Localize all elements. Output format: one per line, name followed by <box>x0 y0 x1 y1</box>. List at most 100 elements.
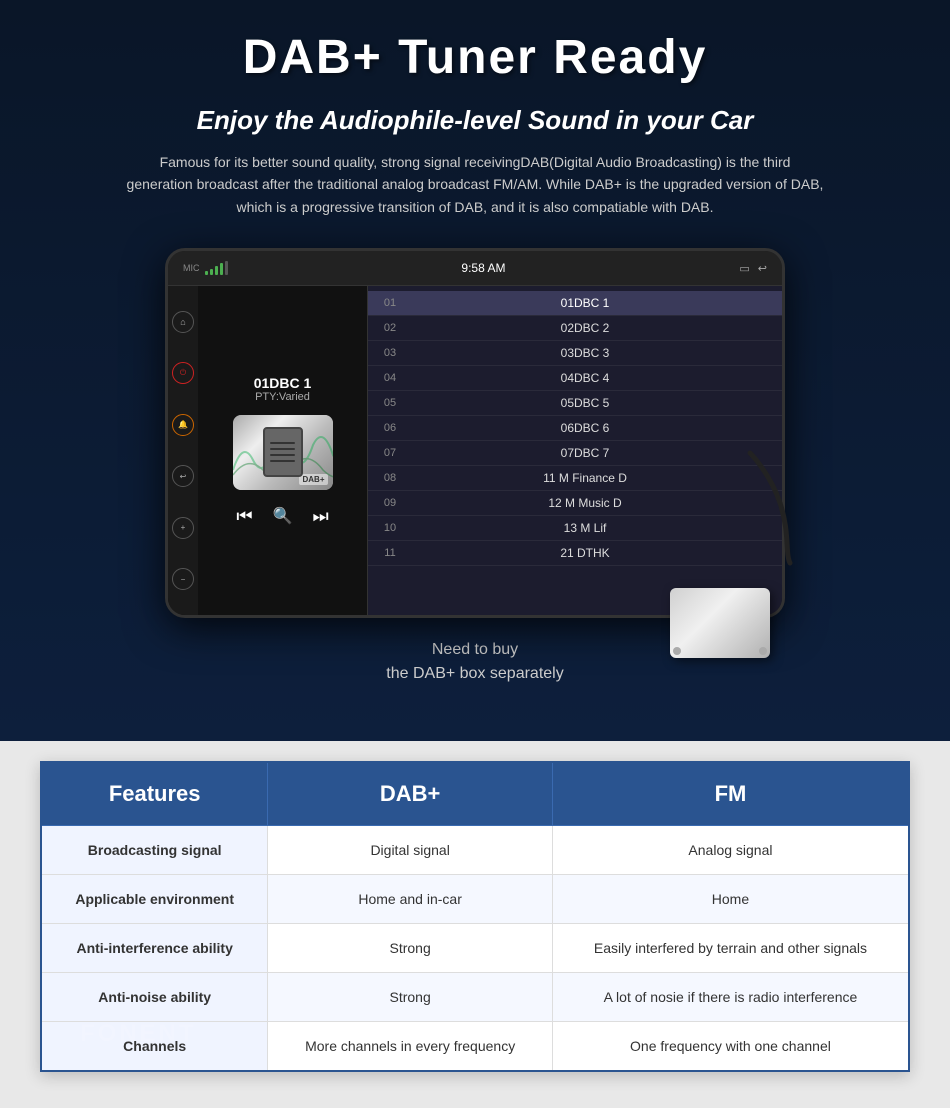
channel-name-item: 04DBC 4 <box>400 371 770 385</box>
header-row: Features DAB+ FM <box>41 762 909 826</box>
speaker-lines <box>270 442 295 462</box>
channel-num: 06 <box>380 422 400 434</box>
dab-cell: Digital signal <box>268 826 553 875</box>
feature-cell: Applicable environment <box>41 875 268 924</box>
table-row: Applicable environment Home and in-car H… <box>41 875 909 924</box>
channel-name-item: 03DBC 3 <box>400 346 770 360</box>
top-section: DAB+ Tuner Ready Enjoy the Audiophile-le… <box>0 0 950 741</box>
dab-accessory <box>670 443 830 658</box>
battery-icon: ▭ <box>739 262 749 275</box>
dab-box-screw <box>759 647 767 655</box>
home-icon: ⌂ <box>180 317 185 327</box>
col-header-fm: FM <box>552 762 909 826</box>
channel-num: 03 <box>380 347 400 359</box>
dab-cell: Home and in-car <box>268 875 553 924</box>
signal-bar-1 <box>205 271 208 275</box>
signal-bar-3 <box>215 266 218 275</box>
back-icon: ↩ <box>758 262 767 275</box>
side-btn-power[interactable]: ⏻ <box>172 362 194 384</box>
channel-item[interactable]: 0404DBC 4 <box>368 366 782 391</box>
fm-cell: Home <box>552 875 909 924</box>
side-btn-vol-up[interactable]: + <box>172 517 194 539</box>
search-button[interactable]: 🔍 <box>273 506 293 526</box>
side-btn-back[interactable]: ↩ <box>172 465 194 487</box>
table-row: Broadcasting signal Digital signal Analo… <box>41 826 909 875</box>
speaker-line-3 <box>270 454 295 456</box>
watermark: FONENT <box>80 1020 197 1048</box>
fm-cell: A lot of nosie if there is radio interfe… <box>552 973 909 1022</box>
table-row: Anti-noise ability Strong A lot of nosie… <box>41 973 909 1022</box>
screen-container: MIC 9:58 AM ▭ ↩ <box>60 248 890 618</box>
speaker-line-4 <box>270 460 295 462</box>
channel-name-item: 01DBC 1 <box>400 296 770 310</box>
channel-name-item: 05DBC 5 <box>400 396 770 410</box>
control-buttons: ⏮ 🔍 ⏭ <box>236 506 328 527</box>
feature-cell: Anti-interference ability <box>41 924 268 973</box>
dab-label: DAB+ <box>299 474 327 485</box>
table-row: Anti-interference ability Strong Easily … <box>41 924 909 973</box>
buy-note-line2: the DAB+ box separately <box>386 665 563 682</box>
channel-item[interactable]: 0101DBC 1 <box>368 291 782 316</box>
screen-top-bar: MIC 9:58 AM ▭ ↩ <box>168 251 782 286</box>
feature-cell: Broadcasting signal <box>41 826 268 875</box>
channel-num: 02 <box>380 322 400 334</box>
signal-bars <box>205 261 228 275</box>
side-btn-home[interactable]: ⌂ <box>172 311 194 333</box>
mic-label: MIC <box>183 263 200 273</box>
subtitle: Enjoy the Audiophile-level Sound in your… <box>60 105 890 136</box>
channel-num: 09 <box>380 497 400 509</box>
channel-name-item: 06DBC 6 <box>400 421 770 435</box>
buy-note-line1: Need to buy <box>432 641 518 658</box>
channel-num: 01 <box>380 297 400 309</box>
bottom-section: Features DAB+ FM Broadcasting signal Dig… <box>0 741 950 1102</box>
channel-num: 04 <box>380 372 400 384</box>
screen-left-content: 01DBC 1 PTY:Varied <box>203 375 363 527</box>
channel-num: 05 <box>380 397 400 409</box>
side-controls: ⌂ ⏻ 🔔 ↩ + <box>168 286 198 615</box>
prev-button[interactable]: ⏮ <box>236 506 252 527</box>
fm-cell: Analog signal <box>552 826 909 875</box>
col-header-dab: DAB+ <box>268 762 553 826</box>
radio-speaker <box>263 427 303 477</box>
vol-down-icon: − <box>181 575 186 584</box>
current-channel: 01DBC 1 <box>254 375 312 391</box>
col-header-features: Features <box>41 762 268 826</box>
description: Famous for its better sound quality, str… <box>125 151 825 218</box>
channel-num: 10 <box>380 522 400 534</box>
channel-num: 11 <box>380 547 400 559</box>
signal-bar-5 <box>225 261 228 275</box>
power-icon: ⏻ <box>180 368 186 378</box>
screen-left-icons: MIC <box>183 261 228 275</box>
cable-svg <box>670 443 830 583</box>
dab-cell: More channels in every frequency <box>268 1022 553 1072</box>
channel-name-item: 02DBC 2 <box>400 321 770 335</box>
top-right-icons: ▭ ↩ <box>739 262 767 275</box>
screen-left-panel: ⌂ ⏻ 🔔 ↩ + <box>168 286 368 615</box>
main-title: DAB+ Tuner Ready <box>60 30 890 85</box>
next-button[interactable]: ⏭ <box>312 506 328 527</box>
dab-box-screw-2 <box>673 647 681 655</box>
dab-cell: Strong <box>268 924 553 973</box>
signal-bar-2 <box>210 269 213 275</box>
channel-item[interactable]: 0202DBC 2 <box>368 316 782 341</box>
side-btn-bell[interactable]: 🔔 <box>172 414 194 436</box>
channel-item[interactable]: 0505DBC 5 <box>368 391 782 416</box>
channel-num: 08 <box>380 472 400 484</box>
pty-label: PTY:Varied <box>254 391 312 403</box>
speaker-line-1 <box>270 442 295 444</box>
channel-num: 07 <box>380 447 400 459</box>
vol-up-icon: + <box>181 523 186 532</box>
channel-item[interactable]: 0606DBC 6 <box>368 416 782 441</box>
fm-cell: One frequency with one channel <box>552 1022 909 1072</box>
side-btn-vol-down[interactable]: − <box>172 568 194 590</box>
fm-cell: Easily interfered by terrain and other s… <box>552 924 909 973</box>
bell-icon: 🔔 <box>178 420 188 429</box>
channel-info: 01DBC 1 PTY:Varied <box>254 375 312 403</box>
speaker-line-2 <box>270 448 295 450</box>
feature-cell: Anti-noise ability <box>41 973 268 1022</box>
table-header: Features DAB+ FM <box>41 762 909 826</box>
screen-time: 9:58 AM <box>461 261 505 275</box>
channel-item[interactable]: 0303DBC 3 <box>368 341 782 366</box>
dab-cell: Strong <box>268 973 553 1022</box>
dab-box <box>670 588 770 658</box>
